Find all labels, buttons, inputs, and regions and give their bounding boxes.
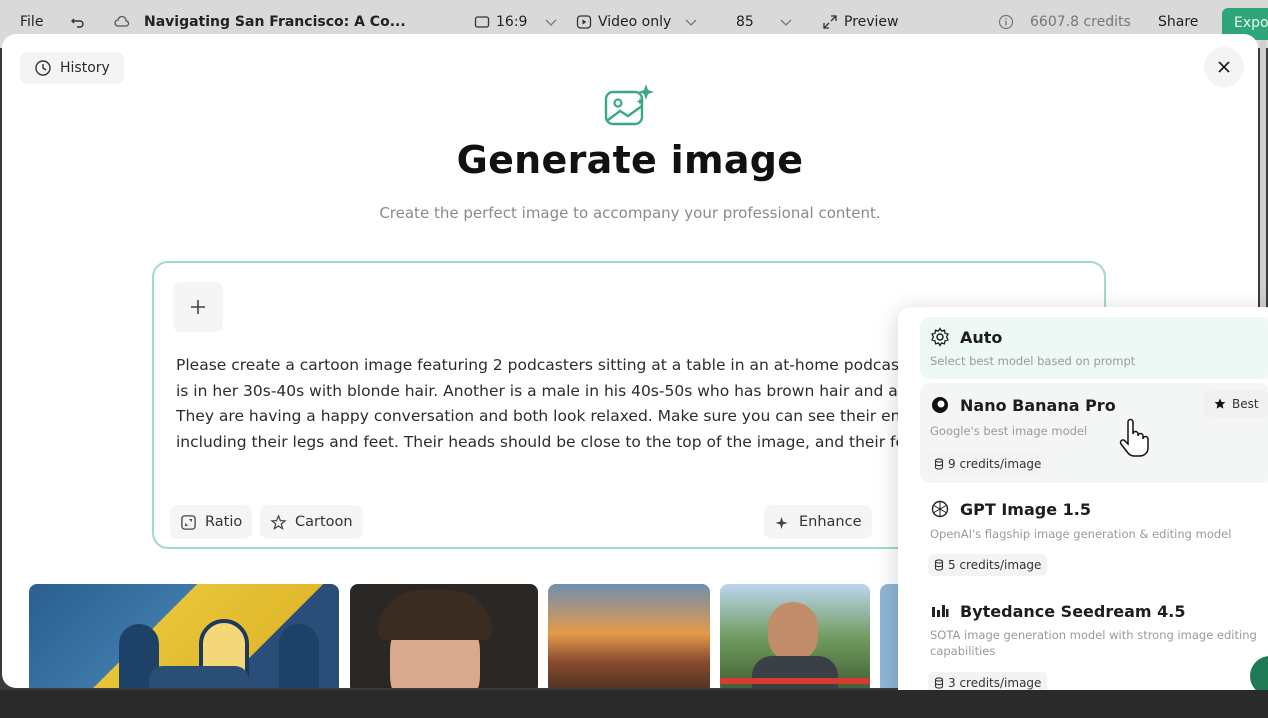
model-dropdown: Auto Select best model based on prompt N… [898, 307, 1268, 705]
model-option-gpt-image[interactable]: GPT Image 1.5 OpenAI's flagship image ge… [920, 493, 1268, 583]
style-chip[interactable]: Cartoon [260, 505, 363, 539]
timeline-strip [0, 690, 1268, 718]
undo-icon [71, 18, 84, 28]
nano-banana-icon [932, 397, 948, 413]
share-label: Share [1158, 14, 1199, 30]
chevron-down-icon [685, 19, 697, 26]
model-name: Bytedance Seedream 4.5 [960, 601, 1186, 621]
ratio-selector[interactable]: 16:9 [474, 14, 559, 30]
star-icon [1214, 398, 1226, 409]
zoom-value: 85 [736, 14, 754, 30]
prompt-text[interactable]: Please create a cartoon image featuring … [176, 353, 996, 455]
prompt-line: including their legs and feet. Their hea… [176, 432, 936, 451]
file-menu-label: File [20, 14, 44, 30]
model-option-seedream[interactable]: Bytedance Seedream 4.5 SOTA image genera… [920, 595, 1268, 705]
prompt-line: Please create a cartoon image featuring … [176, 356, 910, 374]
ratio-icon [474, 16, 490, 28]
style-chip-label: Cartoon [295, 514, 353, 530]
enhance-label: Enhance [799, 514, 862, 530]
model-option-header: Bytedance Seedream 4.5 [930, 601, 1185, 621]
ratio-icon [181, 514, 196, 530]
model-description: SOTA image generation model with strong … [930, 628, 1257, 658]
model-option-header: GPT Image 1.5 [930, 499, 1091, 519]
prompt-line: They are having a happy conversation and… [176, 407, 927, 425]
ratio-chip[interactable]: Ratio [170, 505, 253, 539]
share-button[interactable]: Share [1158, 14, 1198, 30]
thumbnail-image[interactable] [350, 584, 538, 688]
model-name: GPT Image 1.5 [960, 499, 1091, 519]
prompt-line: is in her 30s-40s with blonde hair. Anot… [176, 381, 931, 400]
credits-label: 9 credits/image [948, 457, 1042, 471]
modal-title: Generate image [456, 138, 804, 182]
thumbnail-image[interactable] [29, 584, 339, 688]
history-button[interactable]: History [20, 52, 124, 84]
mode-selector[interactable]: Video only [576, 14, 699, 30]
credits-label: 3 credits/image [948, 676, 1042, 690]
credits-label: 5 credits/image [948, 558, 1042, 572]
mode-value: Video only [598, 14, 672, 30]
credits-badge: 5 credits/image [928, 554, 1048, 576]
sparkle-icon [775, 516, 788, 529]
clock-icon [35, 60, 51, 76]
model-name: Auto [960, 327, 1003, 347]
best-badge: Best [1204, 391, 1268, 417]
preview-button[interactable]: Preview [822, 14, 899, 30]
model-description: OpenAI's flagship image generation & edi… [930, 527, 1232, 541]
close-icon [1218, 61, 1230, 73]
thumbnail-image[interactable] [720, 584, 870, 688]
ratio-chip-label: Ratio [205, 514, 243, 530]
info-icon [998, 14, 1014, 30]
expand-icon [823, 15, 837, 29]
chevron-down-icon [780, 19, 792, 26]
file-menu[interactable]: File [20, 14, 43, 30]
undo-button[interactable] [70, 14, 86, 30]
video-icon [576, 15, 592, 29]
coins-icon [934, 458, 944, 470]
ratio-value: 16:9 [496, 14, 528, 30]
credits-display[interactable]: 6607.8 credits [998, 14, 1131, 30]
model-name: Nano Banana Pro [960, 395, 1116, 415]
hand-cursor-icon [1119, 418, 1149, 457]
add-attachment-button[interactable] [173, 282, 223, 332]
model-option-nano-banana-pro[interactable]: Nano Banana Pro Best Google's best image… [920, 383, 1268, 483]
export-label: Expo [1234, 15, 1268, 31]
model-option-header: Nano Banana Pro [930, 395, 1116, 415]
preview-label: Preview [844, 14, 899, 30]
coins-icon [934, 559, 944, 571]
enhance-button[interactable]: Enhance [764, 505, 872, 539]
gear-icon [931, 327, 949, 347]
thumbnail-image[interactable] [548, 584, 710, 688]
bytedance-icon [932, 605, 949, 617]
modal-subtitle: Create the perfect image to accompany yo… [379, 204, 881, 222]
star-icon [270, 513, 287, 530]
history-label: History [60, 60, 110, 76]
image-sparkle-icon [604, 84, 654, 126]
credits-value: 6607.8 credits [1030, 14, 1131, 30]
best-badge-label: Best [1232, 397, 1259, 411]
model-option-auto[interactable]: Auto Select best model based on prompt [920, 317, 1268, 379]
openai-icon [931, 500, 949, 518]
zoom-selector[interactable]: 85 [736, 14, 794, 30]
document-title[interactable]: Navigating San Francisco: A Co... [144, 14, 406, 30]
plus-icon [191, 300, 205, 314]
cloud-sync-icon [114, 14, 130, 30]
close-button[interactable] [1204, 47, 1244, 87]
chevron-down-icon [545, 19, 557, 26]
model-option-header: Auto [930, 327, 1002, 347]
coins-icon [934, 677, 944, 689]
model-description: Select best model based on prompt [930, 354, 1136, 368]
model-description: Google's best image model [930, 424, 1088, 438]
credits-badge: 9 credits/image [928, 453, 1048, 475]
